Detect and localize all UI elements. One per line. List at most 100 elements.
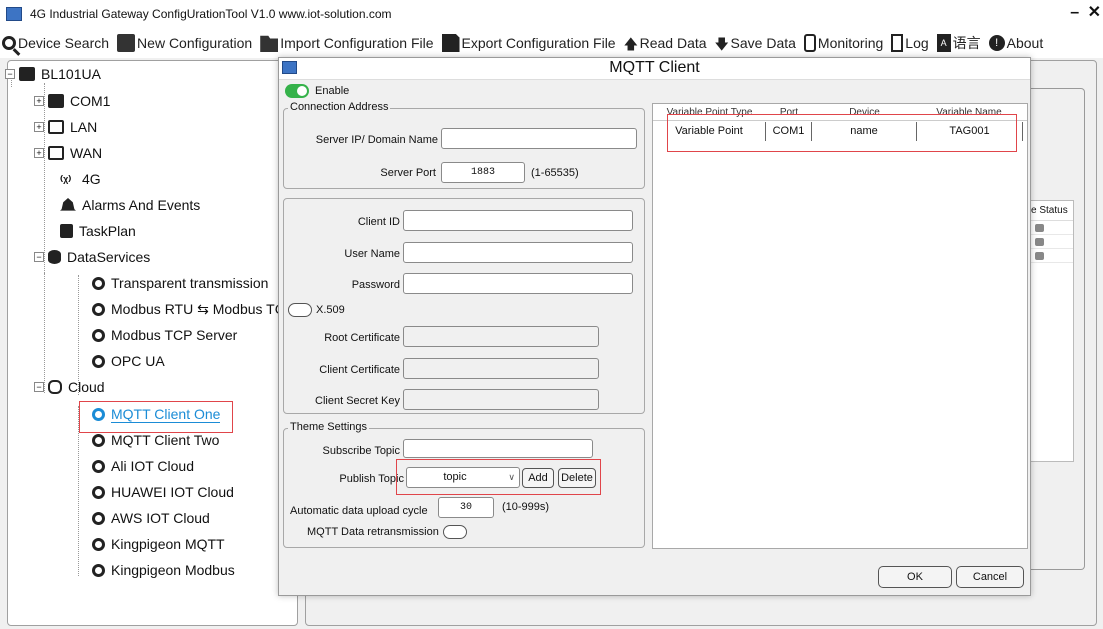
app-window: 4G Industrial Gateway ConfigUrationTool …	[0, 0, 1103, 629]
client-id-input[interactable]	[403, 210, 633, 231]
about-button[interactable]: ! About	[988, 35, 1043, 51]
tree-item-label: Kingpigeon Modbus	[111, 562, 235, 578]
retransmission-toggle[interactable]	[442, 525, 467, 539]
tree-item-label: TaskPlan	[79, 223, 136, 239]
cancel-button[interactable]: Cancel	[956, 566, 1024, 588]
chevron-down-icon: ∨	[508, 472, 515, 482]
tree-item-label: MQTT Client One	[111, 406, 221, 423]
x509-toggle[interactable]	[288, 303, 312, 317]
user-name-input[interactable]	[403, 242, 633, 263]
subscribe-topic-label: Subscribe Topic	[322, 445, 400, 457]
status-indicator-icon	[1035, 238, 1044, 246]
tree-item-huawei-iot[interactable]: HUAWEI IOT Cloud	[92, 484, 234, 500]
serial-port-icon	[48, 94, 64, 108]
gateway-icon	[19, 67, 35, 81]
node-icon	[92, 485, 105, 499]
auth-group: Client ID User Name Password X.509 Root …	[283, 198, 645, 414]
tree-item-opcua[interactable]: OPC UA	[92, 353, 165, 369]
status-row	[1031, 235, 1073, 249]
tree-item-cloud[interactable]: − Cloud	[34, 379, 105, 395]
language-icon: A	[936, 34, 951, 52]
tree-item-taskplan[interactable]: TaskPlan	[60, 223, 136, 239]
add-topic-button[interactable]: Add	[522, 468, 554, 488]
export-configuration-button[interactable]: Export Configuration File	[441, 34, 616, 52]
collapse-toggle[interactable]: −	[34, 382, 44, 392]
tree-item-label: Transparent transmission	[111, 275, 269, 291]
tree-item-mqtt-client-one[interactable]: MQTT Client One	[92, 406, 221, 423]
monitoring-button[interactable]: Monitoring	[803, 34, 883, 52]
folder-icon	[260, 35, 279, 52]
lan-icon	[48, 120, 64, 134]
expand-toggle[interactable]: +	[34, 122, 44, 132]
search-icon	[2, 36, 16, 50]
collapse-toggle[interactable]: −	[5, 69, 15, 79]
tree-item-ali-iot[interactable]: Ali IOT Cloud	[92, 458, 194, 474]
import-configuration-button[interactable]: Import Configuration File	[260, 34, 434, 52]
password-input[interactable]	[403, 273, 633, 294]
new-configuration-label: New Configuration	[137, 35, 253, 51]
close-button[interactable]: ✕	[1086, 2, 1103, 22]
server-input[interactable]	[441, 128, 637, 149]
device-tree-panel: − BL101UA + COM1 + LAN + WAN 4G Alarms A…	[5, 60, 298, 626]
connection-group-title: Connection Address	[288, 101, 391, 113]
secret-key-input[interactable]	[403, 389, 599, 410]
info-icon: !	[988, 35, 1005, 51]
tree-item-4g[interactable]: 4G	[60, 171, 101, 187]
node-icon	[92, 408, 105, 421]
expand-toggle[interactable]: +	[34, 148, 44, 158]
tree-item-modbus-rtu-tcp[interactable]: Modbus RTU ⇆ Modbus TC	[92, 301, 298, 318]
tree-item-wan[interactable]: + WAN	[34, 145, 102, 161]
enable-row: Enable	[285, 84, 349, 98]
delete-topic-button[interactable]: Delete	[558, 468, 596, 488]
monitor-icon	[803, 34, 816, 52]
new-config-icon	[117, 34, 136, 52]
tree-item-kingpigeon-modbus[interactable]: Kingpigeon Modbus	[92, 562, 235, 578]
port-input[interactable]: 1883	[441, 162, 525, 183]
server-label: Server IP/ Domain Name	[315, 134, 438, 146]
connection-group: Connection Address Server IP/ Domain Nam…	[283, 101, 645, 189]
tree-item-label: LAN	[70, 119, 98, 135]
tree-item-kingpigeon-mqtt[interactable]: Kingpigeon MQTT	[92, 536, 225, 552]
background-status-table: e Status	[1030, 200, 1074, 462]
tree-item-modbus-tcp-server[interactable]: Modbus TCP Server	[92, 327, 237, 343]
log-button[interactable]: Log	[891, 34, 929, 52]
publish-topic-select[interactable]: topic ∨	[406, 467, 520, 488]
upload-cycle-input[interactable]: 30	[438, 497, 494, 518]
expand-toggle[interactable]: +	[34, 96, 44, 106]
tree-item-dataservices[interactable]: − DataServices	[34, 249, 150, 265]
tree-item-com1[interactable]: + COM1	[34, 93, 110, 109]
window-controls: – ✕	[1068, 2, 1103, 22]
root-cert-input[interactable]	[403, 326, 599, 347]
retransmission-label: MQTT Data retransmission	[307, 526, 439, 538]
subscribe-topic-input[interactable]	[403, 439, 593, 458]
tree-item-label: Modbus RTU ⇆ Modbus TC	[111, 301, 285, 317]
enable-toggle[interactable]	[285, 84, 309, 98]
save-data-button[interactable]: Save Data	[715, 34, 796, 52]
minimize-button[interactable]: –	[1068, 4, 1081, 22]
ok-button[interactable]: OK	[878, 566, 952, 588]
new-configuration-button[interactable]: New Configuration	[117, 34, 252, 52]
collapse-toggle[interactable]: −	[34, 252, 44, 262]
tree-item-transparent[interactable]: Transparent transmission	[92, 275, 268, 291]
root-cert-label: Root Certificate	[324, 332, 400, 344]
save-data-label: Save Data	[730, 35, 796, 51]
row-highlight	[667, 114, 1017, 152]
device-search-button[interactable]: Device Search	[2, 35, 109, 51]
client-cert-input[interactable]	[403, 358, 599, 379]
tree-item-aws-iot[interactable]: AWS IOT Cloud	[92, 510, 210, 526]
upload-cycle-hint: (10-999s)	[502, 501, 550, 513]
import-configuration-label: Import Configuration File	[280, 35, 434, 51]
cloud-icon	[48, 380, 62, 394]
x509-label: X.509	[316, 304, 345, 316]
tree-item-alarms[interactable]: Alarms And Events	[60, 197, 200, 213]
mqtt-client-dialog: MQTT Client Enable Connection Address Se…	[278, 57, 1031, 596]
tree-item-mqtt-client-two[interactable]: MQTT Client Two	[92, 432, 219, 448]
tree-root[interactable]: − BL101UA	[5, 66, 101, 82]
read-data-button[interactable]: Read Data	[624, 34, 707, 52]
tree-item-label: AWS IOT Cloud	[111, 510, 210, 526]
client-cert-label: Client Certificate	[319, 364, 400, 376]
language-button[interactable]: A 语言	[936, 33, 981, 53]
tree-item-lan[interactable]: + LAN	[34, 119, 97, 135]
publish-topic-label: Publish Topic	[339, 473, 404, 485]
node-icon	[92, 433, 105, 447]
